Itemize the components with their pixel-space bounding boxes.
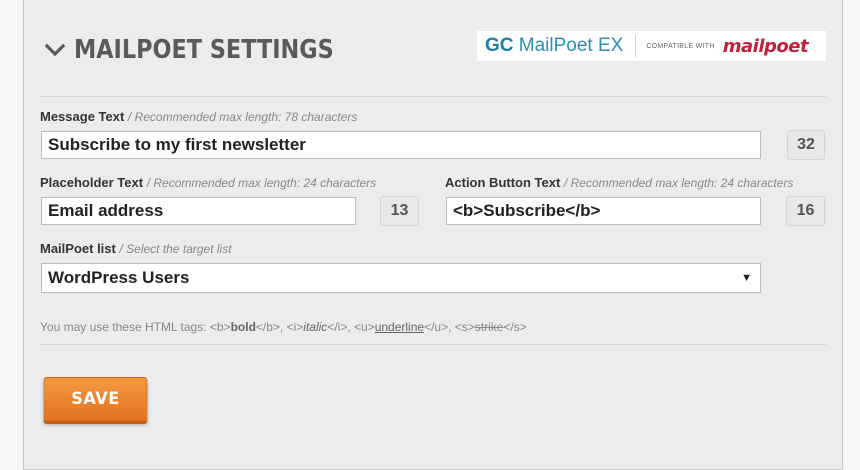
dropdown-arrow-icon: ▼ bbox=[741, 272, 752, 284]
settings-panel: MAILPOET SETTINGS GC MailPoet EX COMPATI… bbox=[23, 0, 843, 470]
save-button[interactable]: SAVE bbox=[43, 377, 148, 421]
mailpoet-list-label: MailPoet list / Select the target list bbox=[40, 241, 232, 256]
placeholder-label: Placeholder Text / Recommended max lengt… bbox=[40, 175, 377, 190]
message-label: Message Text / Recommended max length: 7… bbox=[40, 109, 358, 124]
divider bbox=[40, 344, 826, 345]
action-button-char-counter: 16 bbox=[786, 196, 825, 226]
mailpoet-list-select[interactable]: WordPress Users ▼ bbox=[41, 263, 761, 293]
action-button-text-input[interactable]: <b>Subscribe</b> bbox=[446, 197, 761, 225]
message-text-input[interactable]: Subscribe to my first newsletter bbox=[41, 131, 761, 159]
placeholder-text-input[interactable]: Email address bbox=[41, 197, 356, 225]
logo-compatible-with: COMPATIBLE WITH bbox=[646, 42, 715, 50]
page-title: MAILPOET SETTINGS bbox=[74, 35, 334, 65]
placeholder-char-counter: 13 bbox=[380, 196, 419, 226]
message-char-counter: 32 bbox=[787, 130, 825, 160]
product-logo: GC MailPoet EX COMPATIBLE WITH mailpoet bbox=[477, 31, 826, 61]
logo-product-name: GC MailPoet EX bbox=[485, 35, 624, 56]
logo-divider bbox=[635, 35, 637, 57]
chevron-down-icon[interactable] bbox=[44, 39, 66, 61]
section-header[interactable]: MAILPOET SETTINGS bbox=[44, 35, 376, 65]
mailpoet-logo: mailpoet bbox=[722, 35, 809, 57]
divider bbox=[40, 96, 826, 97]
action-button-label: Action Button Text / Recommended max len… bbox=[445, 175, 794, 190]
html-tags-help: You may use these HTML tags: <b>bold</b>… bbox=[40, 320, 527, 334]
mailpoet-list-selected: WordPress Users bbox=[48, 268, 190, 287]
